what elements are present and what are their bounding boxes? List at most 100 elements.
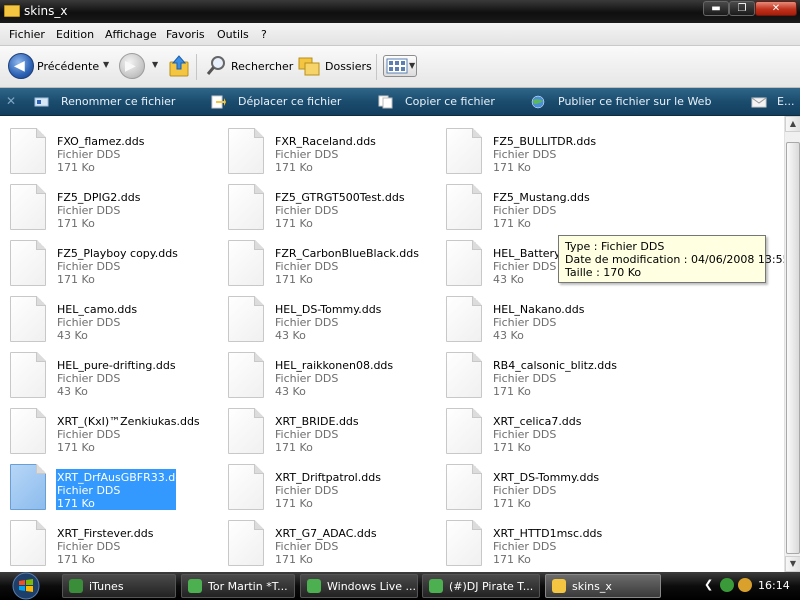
minimize-button[interactable]: ▬ [703, 1, 729, 16]
file-type: Fichier DDS [493, 316, 557, 329]
explorer-window: skins_x ▬ ❐ ✕ Fichier Edition Affichage … [0, 0, 800, 572]
file-name: FZR_CarbonBlueBlack.dds [275, 247, 419, 260]
file-item[interactable]: XRT_DS-Tommy.dds Fichier DDS 171 Ko [436, 456, 654, 512]
maximize-button[interactable]: ❐ [729, 1, 755, 16]
views-dropdown-icon: ▼ [409, 61, 416, 70]
search-icon[interactable] [206, 55, 226, 77]
vertical-scrollbar[interactable]: ▲ ▼ [784, 116, 800, 572]
file-size: 43 Ko [57, 385, 88, 398]
taskbar-button[interactable]: (#)DJ Pirate T... [422, 574, 540, 598]
file-item[interactable]: FZ5_DPIG2.dds Fichier DDS 171 Ko [0, 176, 218, 232]
taskbar-button[interactable]: skins_x [545, 574, 661, 598]
file-name: FXO_flamez.dds [57, 135, 145, 148]
title-bar[interactable]: skins_x ▬ ❐ ✕ [0, 0, 800, 23]
dds-file-icon [446, 240, 482, 286]
dds-file-icon [228, 352, 264, 398]
messenger-icon [429, 579, 443, 593]
taskbar-button[interactable]: Windows Live ... [300, 574, 418, 598]
messenger-tray-icon[interactable] [720, 578, 734, 592]
dds-file-icon [228, 464, 264, 510]
file-type: Fichier DDS [275, 148, 339, 161]
close-tasks-icon[interactable]: ✕ [6, 94, 16, 108]
file-size: 171 Ko [57, 497, 95, 510]
file-type: Fichier DDS [275, 428, 339, 441]
close-button[interactable]: ✕ [755, 1, 797, 16]
menu-outils[interactable]: Outils [217, 28, 249, 41]
task-move-file[interactable]: Déplacer ce fichier [238, 95, 341, 108]
scroll-thumb[interactable] [786, 142, 800, 554]
file-item[interactable]: HEL_camo.dds Fichier DDS 43 Ko [0, 288, 218, 344]
task-copy-file[interactable]: Copier ce fichier [405, 95, 495, 108]
file-type: Fichier DDS [57, 484, 121, 497]
file-item[interactable]: FZ5_Playboy copy.dds Fichier DDS 171 Ko [0, 232, 218, 288]
file-size: 171 Ko [493, 217, 531, 230]
dds-file-icon [228, 184, 264, 230]
back-label[interactable]: Précédente [37, 60, 99, 73]
task-publish-web[interactable]: Publier ce fichier sur le Web [558, 95, 711, 108]
file-item[interactable]: XRT_HTTD1msc.dds Fichier DDS 171 Ko [436, 512, 654, 568]
menu-help[interactable]: ? [261, 28, 267, 41]
taskbar-button[interactable]: iTunes [62, 574, 176, 598]
file-size: 43 Ko [493, 273, 524, 286]
folder-icon [552, 579, 566, 593]
file-item[interactable]: HEL_Nakano.dds Fichier DDS 43 Ko [436, 288, 654, 344]
back-dropdown-icon[interactable]: ▼ [103, 60, 109, 69]
dds-file-icon [446, 296, 482, 342]
task-rename-file[interactable]: Renommer ce fichier [61, 95, 175, 108]
file-item[interactable]: HEL_raikkonen08.dds Fichier DDS 43 Ko [218, 344, 436, 400]
file-size: 171 Ko [493, 553, 531, 566]
network-tray-icon[interactable] [738, 578, 752, 592]
file-item[interactable]: FZ5_BULLITDR.dds Fichier DDS 171 Ko [436, 120, 654, 176]
forward-dropdown-icon[interactable]: ▼ [152, 60, 158, 69]
file-size: 171 Ko [275, 441, 313, 454]
search-label[interactable]: Rechercher [231, 60, 293, 73]
taskbar-button[interactable]: Tor Martin *T... [181, 574, 295, 598]
file-item[interactable]: XRT_G7_ADAC.dds Fichier DDS 171 Ko [218, 512, 436, 568]
dds-file-icon [446, 408, 482, 454]
rename-icon [34, 97, 49, 107]
file-name: XRT_HTTD1msc.dds [493, 527, 603, 540]
file-item[interactable]: FZ5_Mustang.dds Fichier DDS 171 Ko [436, 176, 654, 232]
file-item[interactable]: FXR_Raceland.dds Fichier DDS 171 Ko [218, 120, 436, 176]
file-item[interactable]: FZ5_GTRGT500Test.dds Fichier DDS 171 Ko [218, 176, 436, 232]
file-type: Fichier DDS [57, 372, 121, 385]
file-item[interactable]: XRT_BRIDE.dds Fichier DDS 171 Ko [218, 400, 436, 456]
task-email[interactable]: E... [777, 95, 794, 108]
toolbar-separator [196, 54, 197, 80]
folders-icon[interactable] [298, 55, 320, 77]
menu-favoris[interactable]: Favoris [166, 28, 205, 41]
tooltip-size: Taille : 170 Ko [565, 266, 642, 279]
menu-edition[interactable]: Edition [56, 28, 94, 41]
tray-expand-icon[interactable]: ❮ [704, 578, 713, 591]
file-item[interactable]: HEL_pure-drifting.dds Fichier DDS 43 Ko [0, 344, 218, 400]
file-item[interactable]: XRT_celica7.dds Fichier DDS 171 Ko [436, 400, 654, 456]
file-item[interactable]: XRT_(KxI)™Zenkiukas.dds Fichier DDS 171 Ko [0, 400, 218, 456]
taskbar-button-label: Tor Martin *T... [208, 580, 288, 593]
menu-affichage[interactable]: Affichage [105, 28, 157, 41]
views-button[interactable]: ▼ [383, 55, 417, 77]
file-item[interactable]: HEL_DS-Tommy.dds Fichier DDS 43 Ko [218, 288, 436, 344]
file-item[interactable]: XRT_Driftpatrol.dds Fichier DDS 171 Ko [218, 456, 436, 512]
folder-up-icon[interactable] [168, 54, 190, 78]
menu-fichier[interactable]: Fichier [9, 28, 45, 41]
file-item[interactable]: RB4_calsonic_blitz.dds Fichier DDS 171 Ko [436, 344, 654, 400]
scroll-up-button[interactable]: ▲ [785, 116, 800, 132]
arrow-left-icon: ◀ [14, 58, 25, 74]
clock[interactable]: 16:14 [758, 579, 790, 592]
back-button[interactable]: ◀ [8, 53, 34, 79]
file-item[interactable]: XRT_DrfAusGBFR33.dds Fichier DDS 171 Ko [0, 456, 218, 512]
file-size: 171 Ko [57, 441, 95, 454]
forward-button[interactable]: ▶ [119, 53, 145, 79]
folders-label[interactable]: Dossiers [325, 60, 372, 73]
dds-file-icon [10, 352, 46, 398]
file-item[interactable]: FZR_CarbonBlueBlack.dds Fichier DDS 171 Ko [218, 232, 436, 288]
dds-file-icon [10, 408, 46, 454]
file-list: FXO_flamez.dds Fichier DDS 171 Ko FXR_Racel… [0, 116, 784, 572]
file-size: 171 Ko [493, 497, 531, 510]
scroll-down-button[interactable]: ▼ [785, 556, 800, 572]
start-button[interactable] [6, 572, 46, 600]
file-item[interactable]: FXO_flamez.dds Fichier DDS 171 Ko [0, 120, 218, 176]
file-name: FZ5_DPIG2.dds [57, 191, 141, 204]
file-item[interactable]: XRT_Firstever.dds Fichier DDS 171 Ko [0, 512, 218, 568]
file-type: Fichier DDS [275, 204, 339, 217]
